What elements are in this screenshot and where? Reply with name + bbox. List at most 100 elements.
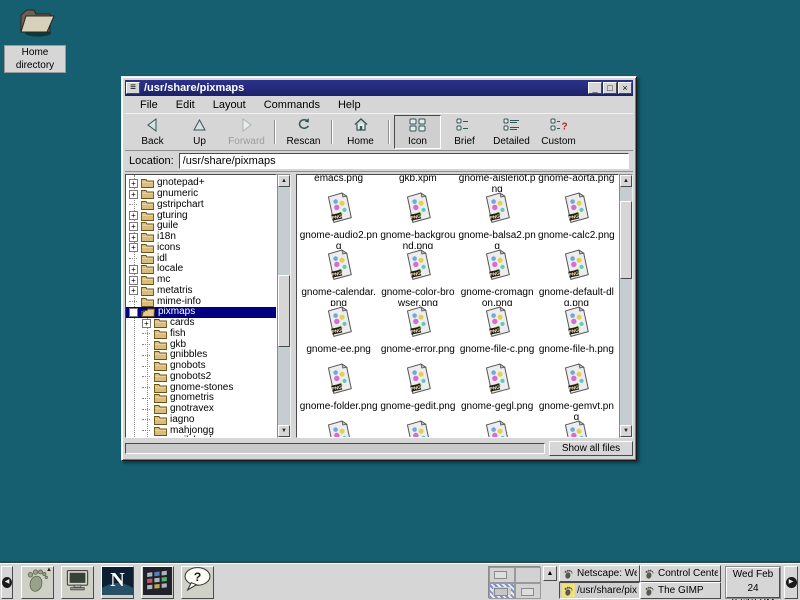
expander-plus-icon[interactable]: +	[129, 222, 138, 231]
minimize-icon[interactable]: _	[588, 82, 602, 94]
toolbar-up-button[interactable]: Up	[176, 115, 223, 149]
file-item[interactable]: PNGgnome-gegl.png	[458, 363, 537, 420]
window-menu-icon[interactable]: ≡	[126, 82, 140, 94]
task-button[interactable]: Control Center	[640, 565, 721, 582]
tree-item-iagno[interactable]: iagno	[126, 415, 276, 426]
tree-item-cards[interactable]: +cards	[126, 318, 276, 329]
tree-item-gnometris[interactable]: gnometris	[126, 393, 276, 404]
file-item[interactable]: PNGgnome-gedit.png	[378, 363, 457, 420]
scroll-down-icon[interactable]: ▼	[620, 425, 632, 437]
file-item[interactable]: PNGgnome-aorta.png	[537, 174, 616, 192]
file-item[interactable]: PNGemacs.png	[299, 174, 378, 192]
icon-view-scrollbar[interactable]: ▲ ▼	[619, 174, 633, 438]
scroll-down-icon[interactable]: ▼	[278, 425, 290, 437]
file-item[interactable]: PNGgnome-background.png	[378, 192, 457, 249]
panel-hide-right-button[interactable]: ▶	[784, 566, 798, 599]
menu-commands[interactable]: Commands	[255, 98, 329, 112]
toolbar-detailed-button[interactable]: Detailed	[488, 115, 535, 149]
file-item[interactable]: PNGgnome-error.png	[378, 306, 457, 363]
tree-item-gturing[interactable]: +gturing	[126, 210, 276, 221]
expander-minus-icon[interactable]: −	[129, 308, 138, 317]
tree-item-gnobots[interactable]: gnobots	[126, 361, 276, 372]
home-directory-desktop-icon[interactable]: Home directory	[4, 2, 66, 73]
tree-item-gstripchart[interactable]: gstripchart	[126, 200, 276, 211]
menu-file[interactable]: File	[131, 98, 167, 112]
tree-scrollbar[interactable]: ▲ ▼	[277, 174, 291, 438]
menu-layout[interactable]: Layout	[204, 98, 255, 112]
file-item-partial[interactable]: PNG	[378, 420, 457, 438]
file-item[interactable]: PNGgnome-gemvt.png	[537, 363, 616, 420]
expander-plus-icon[interactable]: +	[142, 319, 151, 328]
tasklist-expand-icon[interactable]: ▲	[543, 566, 557, 581]
tree-item-mahjongg[interactable]: mahjongg	[126, 425, 276, 436]
file-item-partial[interactable]: PNG	[299, 420, 378, 438]
toolbar-custom-button[interactable]: ?Custom	[535, 115, 582, 149]
expander-plus-icon[interactable]: +	[129, 233, 138, 242]
tree-item-pixmaps[interactable]: −pixmaps	[126, 307, 276, 318]
file-item[interactable]: PNGgnome-file-c.png	[458, 306, 537, 363]
tree-scrollbar-thumb[interactable]	[278, 275, 290, 347]
file-item-partial[interactable]: PNG	[537, 420, 616, 438]
expander-plus-icon[interactable]: +	[129, 286, 138, 295]
show-all-files-button[interactable]: Show all files	[549, 441, 633, 456]
file-item[interactable]: PNGgnome-file-h.png	[537, 306, 616, 363]
title-bar[interactable]: ≡ /usr/share/pixmaps _ □ ×	[125, 80, 633, 96]
expander-plus-icon[interactable]: +	[129, 190, 138, 199]
workspace-2[interactable]	[515, 567, 541, 583]
file-item[interactable]: PNGgnome-audio2.png	[299, 192, 378, 249]
tree-item-gnotepad+[interactable]: +gnotepad+	[126, 178, 276, 189]
toolbar-home-button[interactable]: Home	[337, 115, 384, 149]
task-button[interactable]: The GIMP	[640, 582, 721, 599]
panel-clock[interactable]: Wed Feb 24 07:12 PM	[726, 567, 780, 598]
tree-item-mailcheck[interactable]: mailcheck	[126, 436, 276, 438]
workspace-pager[interactable]	[488, 566, 540, 598]
launcher-help-button[interactable]: ?	[181, 566, 214, 599]
tree-item-gnome-stones[interactable]: gnome-stones	[126, 382, 276, 393]
tree-item-gnumeric[interactable]: +gnumeric	[126, 189, 276, 200]
toolbar-brief-button[interactable]: Brief	[441, 115, 488, 149]
tree-item-i18n[interactable]: +i18n	[126, 232, 276, 243]
scroll-up-icon[interactable]: ▲	[620, 175, 632, 187]
tree-item-locale[interactable]: +locale	[126, 264, 276, 275]
tree-item-gnotravex[interactable]: gnotravex	[126, 404, 276, 415]
toolbar-rescan-button[interactable]: Rescan	[280, 115, 327, 149]
expander-plus-icon[interactable]: +	[129, 276, 138, 285]
tree-item-guile[interactable]: +guile	[126, 221, 276, 232]
task-button[interactable]: /usr/share/pixm...	[559, 582, 640, 599]
file-item[interactable]: PNGgnome-calendar.png	[299, 249, 378, 306]
tree-item-metatris[interactable]: +metatris	[126, 286, 276, 297]
toolbar-back-button[interactable]: Back	[129, 115, 176, 149]
file-item[interactable]: PNGgnome-color-browser.png	[378, 249, 457, 306]
icon-view-scrollbar-thumb[interactable]	[620, 201, 632, 279]
tree-item-gnobots2[interactable]: gnobots2	[126, 372, 276, 383]
expander-plus-icon[interactable]: +	[129, 243, 138, 252]
tree-item-fish[interactable]: fish	[126, 329, 276, 340]
close-icon[interactable]: ×	[618, 82, 632, 94]
toolbar-icon-button[interactable]: Icon	[394, 115, 441, 149]
workspace-4[interactable]	[515, 583, 541, 599]
file-item[interactable]: PNGgkb.xpm	[378, 174, 457, 192]
file-item[interactable]: PNGgnome-aisleriot.png	[458, 174, 537, 192]
scroll-up-icon[interactable]: ▲	[278, 175, 290, 187]
maximize-icon[interactable]: □	[603, 82, 617, 94]
launcher-main-menu-button[interactable]: ▲	[21, 566, 54, 599]
launcher-terminal-button[interactable]	[61, 566, 94, 599]
file-item[interactable]: PNGgnome-cromagnon.png	[458, 249, 537, 306]
expander-plus-icon[interactable]: +	[129, 265, 138, 274]
workspace-1[interactable]	[489, 567, 515, 583]
tree-item-mc[interactable]: +mc	[126, 275, 276, 286]
toolbar-forward-button[interactable]: Forward	[223, 115, 270, 149]
file-item[interactable]: PNGgnome-folder.png	[299, 363, 378, 420]
tree-item-icons[interactable]: +icons	[126, 243, 276, 254]
launcher-keypad-button[interactable]	[141, 566, 174, 599]
menu-edit[interactable]: Edit	[167, 98, 204, 112]
panel-hide-left-button[interactable]: ◀	[1, 566, 13, 599]
workspace-3-active[interactable]	[489, 583, 515, 599]
tree-item-gkb[interactable]: gkb	[126, 339, 276, 350]
file-item[interactable]: PNGgnome-balsa2.png	[458, 192, 537, 249]
tree-item-gnibbles[interactable]: gnibbles	[126, 350, 276, 361]
task-button[interactable]: Netscape: Welc...	[559, 565, 640, 582]
expander-plus-icon[interactable]: +	[129, 179, 138, 188]
file-item[interactable]: PNGgnome-default-dlg.png	[537, 249, 616, 306]
file-item[interactable]: PNGgnome-ee.png	[299, 306, 378, 363]
